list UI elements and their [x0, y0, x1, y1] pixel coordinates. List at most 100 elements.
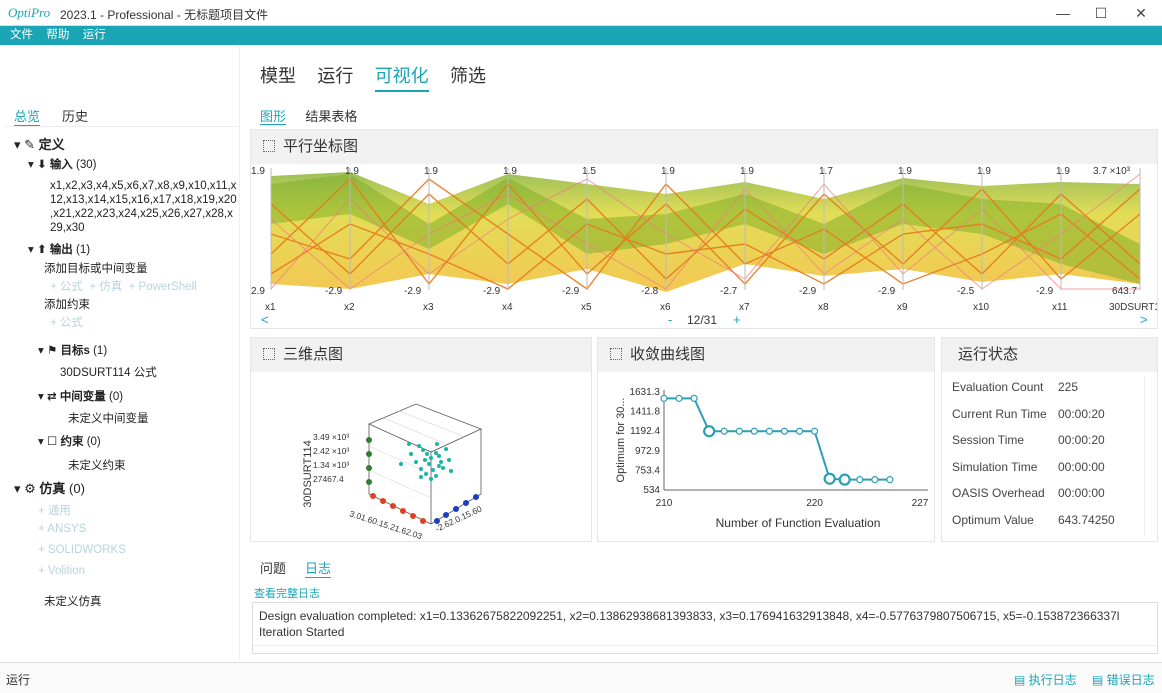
z-tick: 1.34 ×10³: [313, 460, 349, 470]
run-status-panel: 运行状态 Evaluation Count 225 Current Run Tim…: [941, 337, 1158, 542]
parallel-coords-panel: 平行坐标图 1.9 1.9 1.9 1.9 1.5 1.9 1.9 1.7 1.…: [250, 129, 1158, 329]
expand-icon[interactable]: [263, 348, 275, 360]
convergence-point: [838, 473, 851, 486]
convergence-point: [703, 425, 716, 438]
add-formula-link[interactable]: + 公式: [50, 281, 83, 293]
error-log-icon: ▤: [1092, 673, 1107, 687]
sim-solidworks-link[interactable]: + SOLIDWORKS: [38, 544, 126, 556]
scatter3d-chart[interactable]: 3.49 ×10³ 2.42 ×10³ 1.34 ×10³ 27467.4 3.…: [251, 374, 591, 542]
axis-bottom-label: 643.7: [1112, 286, 1137, 297]
add-sim-link[interactable]: + 仿真: [89, 281, 122, 293]
menu-help[interactable]: 帮助: [46, 26, 69, 45]
axis-top-label: 1.9: [898, 166, 912, 177]
tab-model[interactable]: 模型: [260, 62, 296, 88]
gear-icon: ▾ ⚙: [14, 481, 40, 496]
inputs-line-1: x1,x2,x3,x4,x5,x6,x7,x8,x9,x10,x11,x: [50, 180, 237, 192]
panel-header: 三维点图: [251, 338, 591, 372]
axis-top-label: 1.9: [740, 166, 754, 177]
status-scrollbar[interactable]: [1144, 376, 1154, 536]
panel-header: 运行状态: [942, 338, 1157, 372]
tree-constraints[interactable]: ▾ ☐ 约束 (0): [38, 433, 101, 449]
convergence-point: [810, 427, 819, 435]
axis-name: x10: [973, 302, 990, 313]
add-powershell-link[interactable]: + PowerShell: [129, 281, 197, 293]
tab-filter[interactable]: 筛选: [450, 62, 486, 88]
status-list: Evaluation Count 225 Current Run Time 00:0…: [942, 374, 1157, 541]
prev-page-button[interactable]: <: [261, 312, 269, 327]
close-button[interactable]: ✕: [1126, 3, 1156, 23]
axis-top-label: 1.9: [503, 166, 517, 177]
y-axis-title: Optimum for 30...: [615, 398, 627, 483]
axis-name: 30DSURT1: [1109, 302, 1157, 313]
minimize-button[interactable]: —: [1048, 3, 1078, 23]
log-horizontal-scrollbar[interactable]: [253, 645, 1157, 653]
page-minus-button[interactable]: -: [668, 312, 672, 327]
axis-top-label: 1.7: [819, 166, 833, 177]
x-tick-label: 210: [656, 498, 673, 509]
y-tick-label: 1411.8: [630, 407, 660, 418]
tree-outputs[interactable]: ▾ ⬆ 输出 (1): [28, 241, 90, 257]
tab-visualize[interactable]: 可视化: [374, 62, 429, 92]
tab-log[interactable]: 日志: [305, 558, 332, 578]
axis-bottom-label: -2.9: [799, 286, 817, 297]
menu-run[interactable]: 运行: [83, 26, 106, 45]
error-log-button[interactable]: ▤ 错误日志: [1092, 671, 1155, 688]
convergence-panel: 收敛曲线图 1631.3 1411.8 1192.4 972.9 753.4 534 21…: [597, 337, 935, 542]
x-tick-label: 220: [806, 498, 823, 509]
add-output-label: 添加目标或中间变量: [44, 263, 148, 275]
maximize-button[interactable]: ☐: [1086, 3, 1116, 23]
status-bar: 运行 ▤ 执行日志 ▤ 错误日志: [0, 662, 1162, 693]
status-row: Session Time 00:00:20: [952, 433, 1105, 448]
flag-icon: ▾ ⚑: [38, 345, 61, 357]
axis-name: x5: [581, 302, 592, 313]
tab-history[interactable]: 历史: [62, 106, 88, 125]
parallel-coords-chart[interactable]: 1.9 1.9 1.9 1.9 1.5 1.9 1.9 1.7 1.9 1.9 …: [251, 164, 1157, 328]
log-box[interactable]: Design evaluation completed: x1=0.133626…: [252, 602, 1158, 654]
convergence-point: [735, 427, 743, 435]
tree-definition[interactable]: ▾ ✎ 定义: [14, 134, 65, 153]
convergence-point: [795, 427, 804, 435]
tab-overview[interactable]: 总览: [14, 106, 41, 126]
z-axis-title: 30DSURT114: [302, 440, 314, 507]
view-full-log-link[interactable]: 查看完整日志: [254, 585, 320, 601]
tree-inputs[interactable]: ▾ ⬇ 输入 (30): [28, 156, 96, 172]
axis-bottom-label: -2.9: [325, 286, 343, 297]
tree-targets[interactable]: ▾ ⚑ 目标s (1): [38, 342, 107, 358]
log-line: Iteration Started: [259, 625, 345, 639]
axis-top-label: 1.5: [582, 166, 596, 177]
axis-bottom-label: -2.9: [483, 286, 501, 297]
tree-simulation[interactable]: ▾ ⚙ 仿真 (0): [14, 478, 85, 497]
next-page-button[interactable]: >: [1140, 312, 1148, 327]
add-constraint-formula-link[interactable]: + 公式: [50, 314, 83, 330]
menu-file[interactable]: 文件: [10, 26, 33, 45]
convergence-chart[interactable]: 1631.3 1411.8 1192.4 972.9 753.4 534 210 220 22…: [598, 374, 934, 542]
cube-grid: [368, 410, 464, 499]
axis-name: x2: [344, 302, 355, 313]
target-item[interactable]: 30DSURT114 公式: [60, 364, 157, 380]
axis-top-label: 1.9: [1056, 166, 1070, 177]
expand-icon[interactable]: [263, 140, 275, 152]
window-title: 2023.1 - Professional - 无标题项目文件: [60, 8, 269, 22]
tab-problems[interactable]: 问题: [260, 558, 286, 577]
tab-graphics[interactable]: 图形: [260, 109, 287, 125]
page-plus-button[interactable]: +: [733, 312, 741, 327]
axis-top-label: 1.9: [661, 166, 675, 177]
sim-ansys-link[interactable]: + ANSYS: [38, 523, 86, 535]
tree-intermediate[interactable]: ▾ ⇄ 中间变量 (0): [38, 388, 123, 404]
axis-bottom-left: 2.9: [251, 286, 265, 297]
sim-volition-link[interactable]: + Volition: [38, 565, 85, 577]
y-tick-label: 1631.3: [629, 387, 660, 398]
sim-general-link[interactable]: + 通用: [38, 502, 71, 518]
z-tick: 2.42 ×10³: [313, 446, 349, 456]
execution-log-button[interactable]: ▤ 执行日志: [1014, 671, 1077, 688]
axis-bottom-label: -2.5: [957, 286, 975, 297]
inputs-line-4: 29,x30: [50, 222, 85, 234]
status-row: OASIS Overhead 00:00:00: [952, 486, 1105, 501]
axis-bottom-label: -2.7: [720, 286, 738, 297]
status-row: Simulation Time 00:00:00: [952, 459, 1105, 474]
tab-run[interactable]: 运行: [317, 62, 353, 88]
expand-icon[interactable]: [610, 348, 622, 360]
panel-header: 收敛曲线图: [598, 338, 934, 372]
scatter3d-panel: 三维点图 3.49 ×10³ 2.42 ×10³ 1.34 ×10³ 27467…: [250, 337, 592, 542]
tab-results-table[interactable]: 结果表格: [305, 109, 357, 124]
